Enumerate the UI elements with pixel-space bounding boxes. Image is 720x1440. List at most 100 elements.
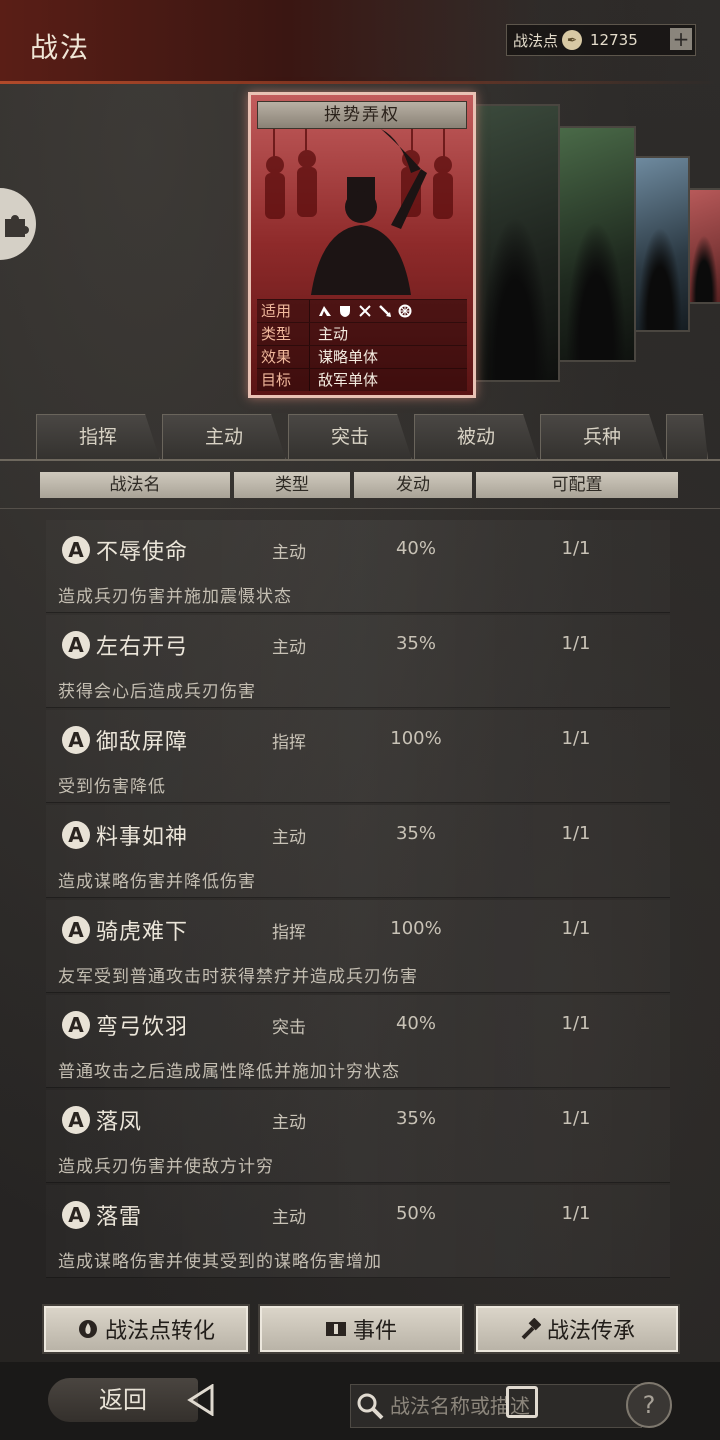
tactic-trigger-rate: 35% [395, 823, 436, 844]
category-tabs: 指挥 主动 突击 被动 兵种 [36, 414, 720, 460]
feather-coin-icon: ✒ [562, 30, 583, 50]
back-button[interactable]: 返回 [48, 1378, 198, 1422]
tactic-name: 御敌屏障 [96, 730, 189, 755]
inherit-label: 战法传承 [546, 1319, 635, 1344]
tactic-type: 主动 [272, 543, 306, 563]
column-header-type[interactable]: 类型 [234, 472, 350, 498]
card-preview-2[interactable] [556, 126, 636, 362]
list-divider [0, 508, 720, 509]
tab-passive[interactable]: 被动 [414, 414, 538, 460]
card-row-effect: 效果 谋略单体 [257, 345, 467, 368]
spear-icon [379, 305, 391, 317]
tab-more[interactable] [666, 414, 708, 460]
card-row-key: 目标 [257, 369, 310, 391]
card-preview-3[interactable] [630, 156, 690, 332]
tactic-config-count: 1/1 [561, 728, 591, 749]
card-preview-1[interactable] [470, 104, 560, 382]
points-value: 12735 [590, 31, 638, 49]
tactic-config-count: 1/1 [561, 823, 591, 844]
tab-active[interactable]: 主动 [162, 414, 286, 460]
convert-points-button[interactable]: 战法点转化 [42, 1304, 250, 1354]
help-button[interactable]: ? [626, 1382, 672, 1428]
card-row-type: 类型 主动 [257, 322, 467, 345]
tactic-name: 不辱使命 [96, 540, 189, 565]
shield-icon [340, 306, 350, 317]
inherit-button[interactable]: 战法传承 [474, 1304, 680, 1354]
tactic-description: 受到伤害降低 [58, 777, 166, 797]
card-row-applicable: 适用 [257, 299, 467, 322]
column-header-config[interactable]: 可配置 [476, 472, 678, 498]
add-points-button[interactable]: + [670, 28, 692, 50]
tactic-type: 主动 [272, 828, 306, 848]
list-item[interactable]: A 不辱使命 主动 40% 1/1 造成兵刃伤害并施加震慑状态 [46, 520, 670, 613]
card-row-value: 谋略单体 [318, 348, 379, 366]
card-row-target: 目标 敌军单体 [257, 368, 467, 391]
list-item[interactable]: A 落雷 主动 50% 1/1 造成谋略伤害并使其受到的谋略伤害增加 [46, 1185, 670, 1278]
card-artwork [251, 129, 473, 295]
card-info-table: 适用 类型 主动 效果 谋略单体 目标 敌军单体 [257, 299, 467, 391]
grade-badge: A [62, 726, 90, 754]
list-item[interactable]: A 骑虎难下 指挥 100% 1/1 友军受到普通攻击时获得禁疗并造成兵刃伤害 [46, 900, 670, 993]
tactic-trigger-rate: 35% [395, 1108, 436, 1129]
list-item[interactable]: A 料事如神 主动 35% 1/1 造成谋略伤害并降低伤害 [46, 805, 670, 898]
event-button[interactable]: 事件 [258, 1304, 464, 1354]
scroll-icon [325, 1318, 347, 1340]
card-row-value: 敌军单体 [318, 371, 379, 389]
column-header-name[interactable]: 战法名 [40, 472, 230, 498]
nav-recent-apps-icon[interactable] [506, 1386, 538, 1418]
tactic-config-count: 1/1 [561, 1013, 591, 1034]
grade-badge: A [62, 916, 90, 944]
tactic-description: 普通攻击之后造成属性降低并施加计穷状态 [58, 1062, 400, 1082]
tactic-type: 指挥 [272, 923, 306, 943]
cavalry-icon [319, 306, 331, 316]
tab-assault[interactable]: 突击 [288, 414, 412, 460]
tab-troop-type[interactable]: 兵种 [540, 414, 664, 460]
tab-command[interactable]: 指挥 [36, 414, 160, 460]
grade-badge: A [62, 631, 90, 659]
list-item[interactable]: A 御敌屏障 指挥 100% 1/1 受到伤害降低 [46, 710, 670, 803]
tactic-points-display: 战法点 ✒ 12735 + [506, 24, 696, 56]
siege-icon [398, 304, 412, 318]
convert-points-label: 战法点转化 [104, 1319, 215, 1344]
applicable-unit-icons [310, 300, 412, 322]
tactic-list[interactable]: A 不辱使命 主动 40% 1/1 造成兵刃伤害并施加震慑状态 A 左右开弓 主… [46, 520, 670, 1296]
tactic-description: 获得会心后造成兵刃伤害 [58, 682, 256, 702]
list-item[interactable]: A 落凤 主动 35% 1/1 造成兵刃伤害并使敌方计穷 [46, 1090, 670, 1183]
tactic-type: 主动 [272, 638, 306, 658]
tactic-type: 突击 [272, 1018, 306, 1038]
header-bar: 战法 战法点 ✒ 12735 + [0, 0, 720, 84]
tactic-config-count: 1/1 [561, 633, 591, 654]
tactic-config-count: 1/1 [561, 918, 591, 939]
tactic-type: 主动 [272, 1208, 306, 1228]
tactic-description: 造成谋略伤害并降低伤害 [58, 872, 256, 892]
search-box[interactable] [350, 1384, 642, 1428]
tactic-description: 造成兵刃伤害并使敌方计穷 [58, 1157, 274, 1177]
grade-badge: A [62, 1106, 90, 1134]
search-icon [351, 1385, 388, 1427]
page-title: 战法 [30, 31, 91, 64]
tactic-name: 落雷 [96, 1205, 143, 1230]
tactic-trigger-rate: 50% [395, 1203, 436, 1224]
column-header-trigger[interactable]: 发动 [354, 472, 472, 498]
tabs-divider [0, 459, 720, 461]
tactic-description: 造成兵刃伤害并施加震慑状态 [58, 587, 292, 607]
tactic-trigger-rate: 100% [390, 728, 442, 749]
tactic-description: 友军受到普通攻击时获得禁疗并造成兵刃伤害 [58, 967, 418, 987]
bow-icon [359, 305, 371, 317]
card-title: 挟势弄权 [257, 101, 467, 129]
tactic-trigger-rate: 100% [390, 918, 442, 939]
points-label: 战法点 [513, 31, 559, 50]
grade-badge: A [62, 1201, 90, 1229]
tactic-name: 落凤 [96, 1110, 143, 1135]
flame-icon [77, 1318, 99, 1340]
selected-tactic-card[interactable]: 挟势弄权 适用 类型 主动 效果 谋略单体 目标 敌军单体 [248, 92, 476, 398]
card-row-key: 类型 [257, 323, 310, 345]
tactic-config-count: 1/1 [561, 538, 591, 559]
tactic-name: 料事如神 [96, 825, 189, 850]
card-row-value: 主动 [318, 325, 349, 343]
list-item[interactable]: A 左右开弓 主动 35% 1/1 获得会心后造成兵刃伤害 [46, 615, 670, 708]
nav-back-triangle-icon[interactable] [186, 1384, 216, 1416]
puzzle-icon [5, 215, 29, 237]
event-label: 事件 [352, 1319, 397, 1344]
list-item[interactable]: A 弯弓饮羽 突击 40% 1/1 普通攻击之后造成属性降低并施加计穷状态 [46, 995, 670, 1088]
